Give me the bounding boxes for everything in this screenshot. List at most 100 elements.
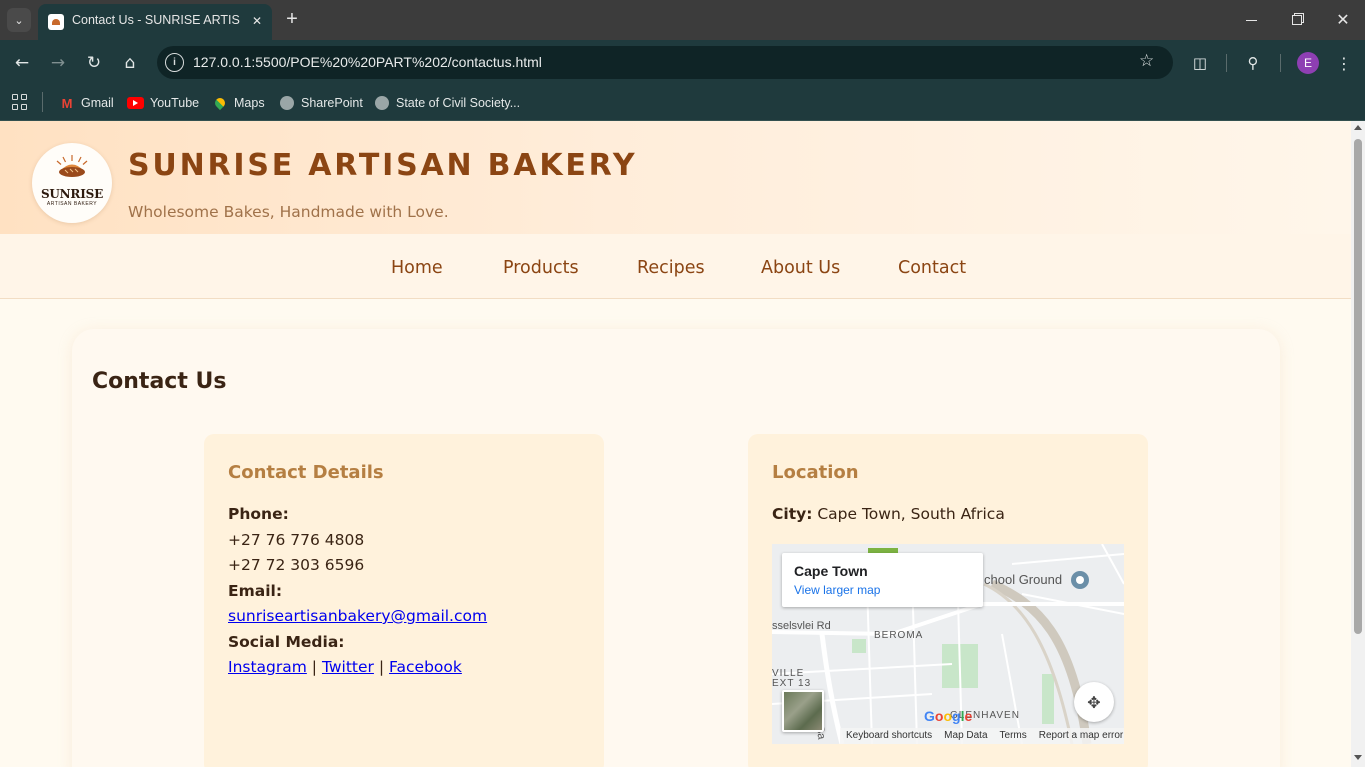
bookmark-sharepoint[interactable]: SharePoint — [279, 92, 363, 114]
globe-icon — [375, 96, 389, 110]
scroll-up-arrow-icon[interactable] — [1354, 125, 1362, 130]
minimize-icon — [1245, 19, 1257, 21]
bookmark-label: State of Civil Society... — [396, 96, 521, 110]
main-navigation: Home Products Recipes About Us Contact — [0, 234, 1351, 299]
city-value: Cape Town, South Africa — [817, 505, 1005, 523]
bookmarks-divider — [42, 92, 43, 112]
bookmark-star-icon[interactable]: ☆ — [1139, 51, 1154, 71]
url-text[interactable]: 127.0.0.1:5500/POE%20%20PART%202/contact… — [193, 54, 542, 70]
chevron-down-icon: ⌄ — [14, 13, 24, 27]
email-link[interactable]: sunriseartisanbakery@gmail.com — [228, 607, 487, 625]
window-close-button[interactable]: ✕ — [1331, 8, 1355, 32]
bookmark-youtube[interactable]: YouTube — [127, 92, 199, 114]
social-separator: | — [378, 658, 385, 676]
labs-icon[interactable]: ⚲ — [1242, 52, 1264, 74]
email-line: sunriseartisanbakery@gmail.com — [228, 607, 487, 625]
map-footer: Keyboard shortcuts Map Data Terms Report… — [840, 728, 1124, 744]
map-label: EXT 13 — [772, 678, 812, 689]
google-logo: Google — [924, 708, 973, 724]
site-info-icon[interactable]: i — [165, 53, 184, 72]
nav-home-link[interactable]: Home — [391, 258, 443, 278]
map-data-link[interactable]: Map Data — [944, 730, 987, 742]
city-label: City: — [772, 505, 813, 523]
bookmark-label: Gmail — [81, 96, 114, 110]
back-arrow-icon[interactable]: ← — [9, 50, 35, 76]
new-tab-button[interactable]: + — [282, 8, 302, 30]
bookmark-maps[interactable]: Maps — [212, 92, 265, 114]
instagram-link[interactable]: Instagram — [228, 658, 307, 676]
page-title: Contact Us — [92, 369, 227, 394]
nav-contact-link[interactable]: Contact — [898, 258, 966, 278]
phone-number: +27 76 776 4808 — [228, 531, 365, 549]
logo-wordmark: SUNRISE — [40, 187, 104, 201]
terms-link[interactable]: Terms — [1000, 730, 1027, 742]
toolbar-divider — [1226, 54, 1227, 72]
gmail-icon: M — [61, 95, 73, 111]
keyboard-shortcuts-link[interactable]: Keyboard shortcuts — [846, 730, 932, 742]
tab-strip: ⌄ Contact Us - SUNRISE ARTISAN BAKERY ✕ … — [0, 0, 1365, 40]
sunrise-bread-icon — [56, 155, 88, 177]
restore-button[interactable] — [1285, 8, 1309, 32]
email-label: Email: — [228, 582, 283, 600]
active-tab[interactable]: Contact Us - SUNRISE ARTISAN BAKERY ✕ — [38, 4, 272, 40]
site-title: SUNRISE ARTISAN BAKERY — [128, 148, 638, 183]
embedded-map[interactable]: chool Ground sselsvlei Rd BEROMA VILLE E… — [772, 544, 1124, 744]
map-place-name: Cape Town — [794, 563, 868, 579]
forward-arrow-icon[interactable]: → — [45, 50, 71, 76]
map-label: chool Ground — [984, 572, 1063, 587]
scrollbar-thumb[interactable] — [1354, 139, 1362, 634]
extensions-icon[interactable]: ◫ — [1189, 52, 1211, 74]
address-bar[interactable]: i 127.0.0.1:5500/POE%20%20PART%202/conta… — [157, 46, 1173, 79]
home-icon[interactable]: ⌂ — [117, 50, 143, 76]
maps-icon — [212, 95, 228, 111]
social-separator: | — [311, 658, 318, 676]
view-larger-map-link[interactable]: View larger map — [794, 583, 880, 597]
tab-title: Contact Us - SUNRISE ARTISAN BAKERY — [72, 13, 240, 27]
social-label: Social Media: — [228, 633, 345, 651]
map-label: sselsvlei Rd — [772, 620, 831, 632]
contact-details-panel: Contact Details Phone: +27 76 776 4808 +… — [204, 434, 604, 767]
facebook-link[interactable]: Facebook — [389, 658, 462, 676]
bakery-logo: SUNRISE ARTISAN BAKERY — [32, 143, 112, 223]
globe-icon — [280, 96, 294, 110]
location-title: Location — [772, 462, 859, 483]
city-line: City: Cape Town, South Africa — [772, 505, 1005, 523]
apps-grid-icon[interactable] — [11, 93, 29, 111]
minimize-button[interactable] — [1239, 8, 1263, 32]
nav-recipes-link[interactable]: Recipes — [637, 258, 705, 278]
twitter-link[interactable]: Twitter — [322, 658, 374, 676]
tab-search-button[interactable]: ⌄ — [7, 8, 31, 32]
close-icon[interactable]: ✕ — [248, 12, 266, 30]
map-info-card: Cape Town View larger map — [782, 553, 983, 607]
browser-toolbar: ← → ↻ ⌂ i 127.0.0.1:5500/POE%20%20PART%2… — [0, 40, 1365, 85]
restore-icon — [1292, 15, 1302, 25]
toolbar-divider — [1280, 54, 1281, 72]
profile-avatar[interactable]: E — [1297, 52, 1319, 74]
map-label: BEROMA — [874, 630, 924, 641]
scroll-down-arrow-icon[interactable] — [1354, 755, 1362, 760]
bookmark-label: SharePoint — [301, 96, 363, 110]
nav-about-link[interactable]: About Us — [761, 258, 840, 278]
location-panel: Location City: Cape Town, South Africa c… — [748, 434, 1148, 767]
site-header: SUNRISE ARTISAN BAKERY SUNRISE ARTISAN B… — [0, 121, 1351, 234]
bookmark-gmail[interactable]: M Gmail — [59, 92, 114, 114]
contact-details-title: Contact Details — [228, 462, 384, 483]
more-options-icon[interactable]: ⋮ — [1333, 52, 1355, 74]
bookmark-civil-society[interactable]: State of Civil Society... — [374, 92, 520, 114]
logo-subtitle: ARTISAN BAKERY — [46, 201, 98, 207]
web-page: SUNRISE ARTISAN BAKERY SUNRISE ARTISAN B… — [0, 121, 1351, 767]
bookmark-label: YouTube — [150, 96, 200, 110]
bookmarks-bar: M Gmail YouTube Maps SharePoint State of… — [0, 85, 1365, 121]
reload-icon[interactable]: ↻ — [81, 50, 107, 76]
phone-number: +27 72 303 6596 — [228, 556, 365, 574]
youtube-icon — [127, 97, 144, 109]
nav-products-link[interactable]: Products — [503, 258, 579, 278]
fullscreen-icon[interactable]: ✥ — [1074, 682, 1114, 722]
satellite-toggle[interactable] — [782, 690, 824, 732]
report-map-error-link[interactable]: Report a map error — [1039, 730, 1123, 742]
tab-favicon-icon — [48, 14, 64, 30]
site-tagline: Wholesome Bakes, Handmade with Love. — [128, 203, 449, 221]
bookmark-label: Maps — [234, 96, 265, 110]
social-links: Instagram | Twitter | Facebook — [228, 658, 462, 676]
page-scrollbar[interactable] — [1351, 121, 1365, 767]
